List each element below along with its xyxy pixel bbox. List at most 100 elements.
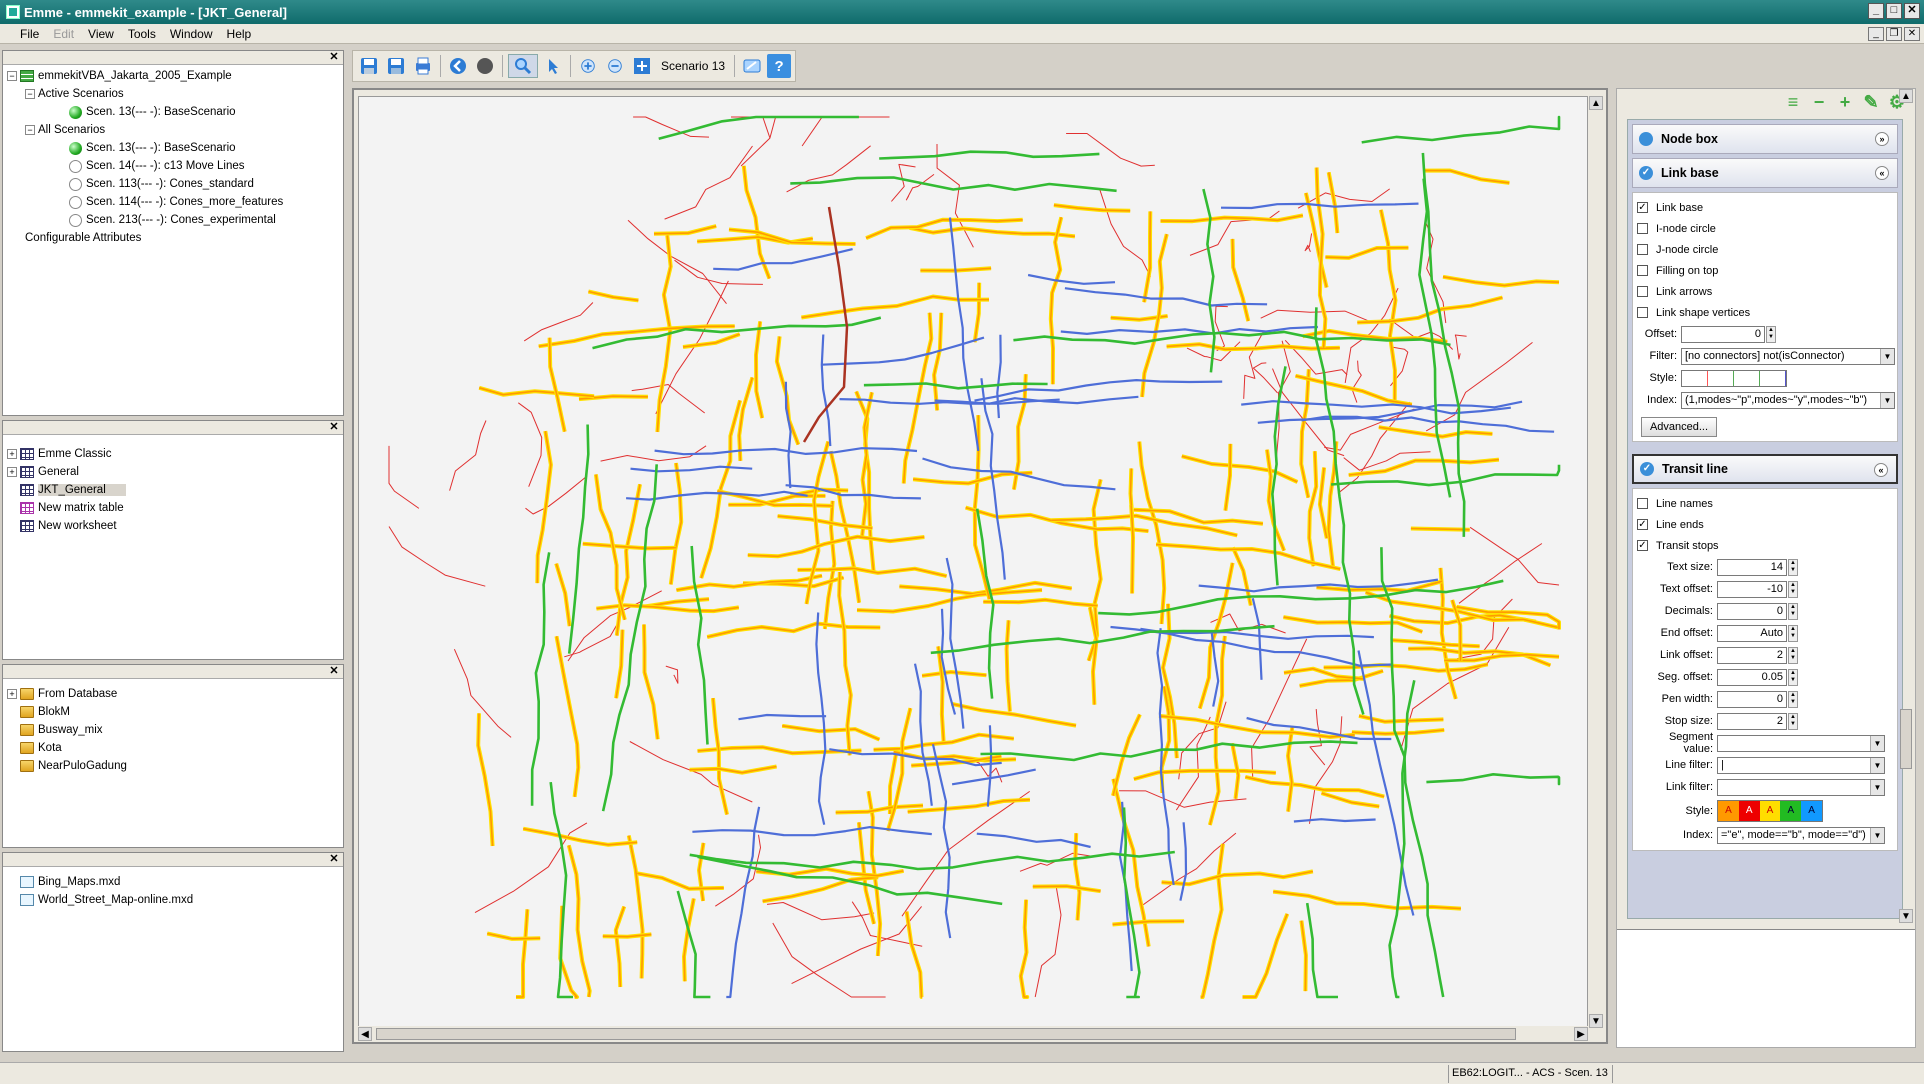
- transit-style-swatch[interactable]: A A A A A: [1717, 800, 1823, 822]
- dropdown-arrow-icon[interactable]: ▼: [1870, 779, 1884, 795]
- filling-on-top-checkbox-row[interactable]: Filling on top: [1637, 260, 1897, 281]
- tree-item-folder[interactable]: BlokM: [7, 703, 343, 721]
- pen-width-input[interactable]: 0: [1717, 690, 1787, 708]
- print-icon[interactable]: [411, 54, 435, 78]
- layer-list-icon[interactable]: ≡: [1783, 92, 1803, 112]
- eraser-icon[interactable]: [740, 54, 764, 78]
- checkbox[interactable]: [1637, 307, 1648, 318]
- panel-close-button[interactable]: ✕: [328, 422, 340, 433]
- menu-tools[interactable]: Tools: [128, 27, 156, 41]
- zoom-in-icon[interactable]: [576, 54, 600, 78]
- network-map[interactable]: [358, 96, 1588, 1028]
- collapse-icon[interactable]: −: [25, 125, 35, 135]
- index-select[interactable]: (1,modes~"p",modes~"y",modes~"b") ▼: [1681, 391, 1895, 409]
- tree-item-scenario[interactable]: Scen. 14(--- -): c13 Move Lines: [7, 157, 343, 175]
- dropdown-arrow-icon[interactable]: ▼: [1870, 827, 1884, 843]
- menu-window[interactable]: Window: [170, 27, 213, 41]
- checkbox[interactable]: [1637, 244, 1648, 255]
- line-ends-checkbox-row[interactable]: ✓ Line ends: [1637, 514, 1897, 535]
- panel-scroll-thumb[interactable]: [1900, 709, 1912, 769]
- tree-item-scenario[interactable]: Scen. 13(--- -): BaseScenario: [7, 139, 343, 157]
- tree-item-configurable-attributes[interactable]: Configurable Attributes: [7, 229, 343, 247]
- advanced-button[interactable]: Advanced...: [1641, 417, 1717, 437]
- spinner-icon[interactable]: ▲ ▼: [1766, 325, 1776, 343]
- scroll-thumb[interactable]: [376, 1028, 1516, 1040]
- tree-item-scenario[interactable]: Scen. 113(--- -): Cones_standard: [7, 175, 343, 193]
- checkbox[interactable]: [1637, 286, 1648, 297]
- panel-close-button[interactable]: ✕: [328, 52, 340, 63]
- checkbox[interactable]: [1637, 265, 1648, 276]
- tree-item-folder[interactable]: NearPuloGadung: [7, 757, 343, 775]
- text-offset-input[interactable]: -10: [1717, 580, 1787, 598]
- collapse-chevron-icon[interactable]: «: [1875, 166, 1889, 180]
- checkbox[interactable]: [1637, 498, 1648, 509]
- mdi-restore-button[interactable]: ❐: [1886, 27, 1902, 41]
- transit-index-select[interactable]: ="e", mode=="b", mode=="d") ▼: [1717, 826, 1885, 844]
- line-filter-select[interactable]: | ▼: [1717, 756, 1885, 774]
- node-box-header[interactable]: Node box »: [1632, 124, 1898, 154]
- tree-item-from-database[interactable]: + From Database: [7, 685, 343, 703]
- tree-item-general[interactable]: + General: [7, 463, 343, 481]
- minimize-button[interactable]: _: [1868, 3, 1884, 19]
- close-button[interactable]: ✕: [1904, 3, 1920, 19]
- spinner-icon[interactable]: ▲ ▼: [1788, 624, 1798, 642]
- scroll-up-arrow[interactable]: ▲: [1589, 96, 1603, 110]
- scroll-right-arrow[interactable]: ▶: [1574, 1027, 1588, 1041]
- text-size-input[interactable]: 14: [1717, 558, 1787, 576]
- zoom-icon[interactable]: [508, 54, 538, 78]
- link-offset-input[interactable]: 2: [1717, 646, 1787, 664]
- link-base-header[interactable]: ✓ Link base «: [1632, 158, 1898, 188]
- expand-icon[interactable]: +: [7, 689, 17, 699]
- link-filter-select[interactable]: ▼: [1717, 778, 1885, 796]
- decimals-input[interactable]: 0: [1717, 602, 1787, 620]
- transit-line-header[interactable]: ✓ Transit line «: [1632, 454, 1898, 484]
- edit-layer-icon[interactable]: ✎: [1861, 92, 1881, 112]
- spinner-icon[interactable]: ▲ ▼: [1788, 668, 1798, 686]
- dropdown-arrow-icon[interactable]: ▼: [1880, 392, 1894, 408]
- panel-close-button[interactable]: ✕: [328, 854, 340, 865]
- link-arrows-checkbox-row[interactable]: Link arrows: [1637, 281, 1897, 302]
- expand-icon[interactable]: +: [7, 467, 17, 477]
- checkbox[interactable]: [1637, 223, 1648, 234]
- i-node-circle-checkbox-row[interactable]: I-node circle: [1637, 218, 1897, 239]
- tree-item-scenario[interactable]: Scen. 114(--- -): Cones_more_features: [7, 193, 343, 211]
- mdi-minimize-button[interactable]: _: [1868, 27, 1884, 41]
- back-icon[interactable]: [446, 54, 470, 78]
- end-offset-input[interactable]: Auto: [1717, 624, 1787, 642]
- seg-offset-input[interactable]: 0.05: [1717, 668, 1787, 686]
- tree-item-scenario[interactable]: Scen. 213(--- -): Cones_experimental: [7, 211, 343, 229]
- dropdown-arrow-icon[interactable]: ▼: [1870, 735, 1884, 751]
- panel-close-button[interactable]: ✕: [328, 666, 340, 677]
- tree-item-map-document[interactable]: World_Street_Map-online.mxd: [7, 891, 343, 909]
- link-style-swatch[interactable]: [1681, 369, 1787, 387]
- zoom-out-icon[interactable]: [603, 54, 627, 78]
- collapse-icon[interactable]: −: [25, 89, 35, 99]
- tree-item-map-document[interactable]: Bing_Maps.mxd: [7, 873, 343, 891]
- spinner-icon[interactable]: ▲ ▼: [1788, 646, 1798, 664]
- dropdown-arrow-icon[interactable]: ▼: [1870, 757, 1884, 773]
- tree-item-all-scenarios[interactable]: − All Scenarios: [7, 121, 343, 139]
- mdi-close-button[interactable]: ✕: [1904, 27, 1920, 41]
- horizontal-scrollbar[interactable]: ◀ ▶: [358, 1026, 1588, 1042]
- help-icon[interactable]: ?: [767, 54, 792, 78]
- spinner-icon[interactable]: ▲ ▼: [1788, 558, 1798, 576]
- menu-file[interactable]: File: [20, 27, 39, 41]
- checkbox[interactable]: ✓: [1637, 519, 1648, 530]
- offset-input[interactable]: 0: [1681, 325, 1765, 343]
- collapse-chevron-icon[interactable]: «: [1874, 463, 1888, 477]
- remove-layer-icon[interactable]: −: [1809, 92, 1829, 112]
- panel-scroll-up-arrow[interactable]: ▲: [1899, 89, 1913, 103]
- transit-stops-checkbox-row[interactable]: ✓ Transit stops: [1637, 535, 1897, 556]
- link-shape-vertices-checkbox-row[interactable]: Link shape vertices: [1637, 302, 1897, 323]
- j-node-circle-checkbox-row[interactable]: J-node circle: [1637, 239, 1897, 260]
- vertical-scrollbar[interactable]: ▲ ▼: [1588, 96, 1604, 1028]
- maximize-button[interactable]: □: [1886, 3, 1902, 19]
- dropdown-arrow-icon[interactable]: ▼: [1880, 348, 1894, 364]
- filter-select[interactable]: [no connectors] not(isConnector) ▼: [1681, 347, 1895, 365]
- scroll-left-arrow[interactable]: ◀: [358, 1027, 372, 1041]
- save-as-icon[interactable]: [384, 54, 408, 78]
- link-base-checkbox-row[interactable]: ✓ Link base: [1637, 197, 1897, 218]
- network-map-canvas[interactable]: [359, 97, 1587, 1027]
- panel-scroll-down-arrow[interactable]: ▼: [1899, 909, 1913, 923]
- expand-icon[interactable]: +: [7, 449, 17, 459]
